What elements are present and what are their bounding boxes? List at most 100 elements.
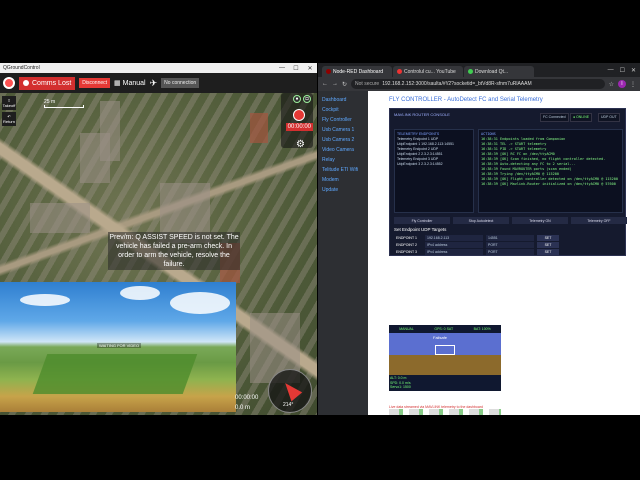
node-red-favicon-icon [326,69,331,74]
stop-autodetect-button[interactable]: Stop Autodetect [453,217,509,224]
mode-icon: ▦ [114,80,121,87]
comms-status-button[interactable]: Comms Lost [19,76,76,90]
panel-header: MAVLINK ROUTER CONSOLE [394,112,450,117]
qt-favicon-icon [468,69,473,74]
udp-targets-title: Set Endpoint UDP Targets [394,227,447,232]
plan-toolbar: ⇧ Takeoff ↶ Return [2,96,16,126]
youtube-favicon-icon [397,69,402,74]
sidebar-item-cockpit[interactable]: Cockpit [318,105,368,115]
comms-status-icon [23,80,29,86]
takeoff-label: Takeoff [2,103,16,108]
prearm-warning: Prev/m: Q ASSIST SPEED is not set. The v… [108,232,240,270]
black-margin [0,415,640,480]
fc-status-chip: FC Connected [540,113,569,122]
browser-menu-icon[interactable]: ⋮ [630,81,636,88]
address-bar-row: ← → ↻ Not secure 192.168.2.152:3000/saul… [318,77,640,91]
sidebar-item-dashboard[interactable]: Dashboard [318,95,368,105]
qgc-logo-icon[interactable] [3,77,15,89]
tab-label: Node-RED Dashboard [333,68,384,75]
hud-instrument: MANUAL GPS: 0 SAT BAT: 100% Failsafe ALT… [389,325,501,391]
url-text: 192.168.2.152:3000/saulta/#!/2?socketid=… [382,81,532,87]
forward-icon[interactable]: → [332,81,338,87]
udp-out-chip: UDP OUT [598,113,620,122]
gear-icon[interactable]: ⚙ [296,139,305,150]
endpoint-line: UdpEndpoint 3 2.3.2.3:14552 [397,162,443,166]
tab-node-red[interactable]: Node-RED Dashboard [322,66,392,77]
return-label: Return [2,119,15,124]
hud-title: Failsafe [433,335,448,340]
ip-input[interactable]: IPv4 address [425,242,483,248]
tab-label: Download Qt... [475,68,509,75]
distance-readout: 0.0 m [235,405,251,411]
sidebar-item-fly-controller[interactable]: Fly Controller [318,115,368,125]
video-timecode: 00:00:00 [235,395,259,401]
profile-avatar[interactable]: I [618,80,626,88]
mavlink-console-panel: MAVLINK ROUTER CONSOLE FC Connected ● ON… [389,108,627,256]
dashboard-page: Dashboard Cockpit Fly Controller Usb Cam… [318,91,640,415]
tab-label: Controlul cu... YouTube [404,68,456,75]
hud-crosshair [435,345,455,355]
disconnect-button[interactable]: Disconnect [79,78,111,88]
minimize-icon[interactable]: — [608,67,614,74]
maximize-icon[interactable]: ☐ [620,67,625,74]
fly-controller-button[interactable]: Fly Controller [394,217,450,224]
photo-mode-icon[interactable]: ◘ [303,95,311,103]
reload-icon[interactable]: ↻ [342,81,347,88]
online-chip: ● ONLINE [570,113,593,122]
video-feed[interactable]: WAITING FOR VIDEO [0,282,236,412]
hud-ground [389,355,501,375]
set-button[interactable]: SET [537,249,559,255]
bookmark-star-icon[interactable]: ☆ [609,81,614,88]
log-line: 16:38:39 [OK] Mavlink-Router initialized… [481,182,616,186]
sidebar-item-wifi[interactable]: Telitude ETI Wifi [318,165,368,175]
desktop: QGroundControl — ☐ ✕ Comms Lost Disconne… [0,0,640,480]
address-bar[interactable]: Not secure 192.168.2.152:3000/saulta/#!/… [351,79,605,89]
sidebar-item-modem[interactable]: Modem [318,175,368,185]
comms-status-label: Comms Lost [32,79,72,87]
map-scale: 25 m [44,99,84,108]
recording-time: 00:00:00 [285,123,313,131]
not-secure-label[interactable]: Not secure [355,81,379,87]
port-input[interactable]: 14551 [486,235,534,241]
hud-servo1: Servo1: 1500 [390,385,411,389]
tab-download-qt[interactable]: Download Qt... [464,66,534,77]
qgc-titlebar: QGroundControl — ☐ ✕ [0,63,317,73]
dashboard-content: FLY CONTROLLER - AutoDetect FC and Seria… [368,91,640,415]
minimize-icon[interactable]: — [275,65,289,72]
tab-youtube[interactable]: Controlul cu... YouTube [393,66,463,77]
camera-mode-toggle[interactable]: ● ◘ [293,95,311,103]
ip-input[interactable]: IPv4 address [425,249,483,255]
hud-bottom-bar: ALT: 0.0 m SPD: 0.0 m/s Servo1: 1500 [389,375,501,391]
telemetry-on-button[interactable]: Telemetry ON [512,217,568,224]
telemetry-off-button[interactable]: Telemetry OFF [571,217,627,224]
set-button[interactable]: SET [537,242,559,248]
video-caption: WAITING FOR VIDEO [97,343,142,348]
port-input[interactable]: PORT [486,242,534,248]
endpoint-label: ENDPOINT 1 [396,236,417,240]
close-icon[interactable]: ✕ [631,67,636,74]
port-input[interactable]: PORT [486,249,534,255]
takeoff-button[interactable]: ⇧ Takeoff [2,96,16,110]
actions-log: ACTIONS 16:38:31 Endpoints loaded from C… [478,129,623,213]
sidebar-item-update[interactable]: Update [318,185,368,195]
scale-label: 25 m [44,99,56,105]
maximize-icon[interactable]: ☐ [289,65,303,72]
hud-gps: GPS: 0 SAT [434,327,454,331]
set-button[interactable]: SET [537,235,559,241]
flight-mode-selector[interactable]: ▦ Manual [114,79,146,88]
sidebar-item-usb-camera-2[interactable]: Usb Camera 2 [318,135,368,145]
return-button[interactable]: ↶ Return [2,112,16,126]
back-icon[interactable]: ← [322,81,328,87]
panel-button-row: Fly Controller Stop Autodetect Telemetry… [394,217,627,224]
sidebar-item-video-camera[interactable]: Video Camera [318,145,368,155]
connection-dropdown[interactable]: No connection [161,78,200,88]
close-icon[interactable]: ✕ [303,65,317,72]
record-button[interactable] [293,109,305,121]
ip-input[interactable]: 192.168.2.113 [425,235,483,241]
hud-battery: BAT: 100% [473,327,491,331]
video-mode-icon[interactable]: ● [293,95,301,103]
sidebar-item-relay[interactable]: Relay [318,155,368,165]
heading-arrow-icon [279,378,303,402]
sidebar-item-usb-camera-1[interactable]: Usb Camera 1 [318,125,368,135]
heading-readout: 214° [283,402,294,408]
